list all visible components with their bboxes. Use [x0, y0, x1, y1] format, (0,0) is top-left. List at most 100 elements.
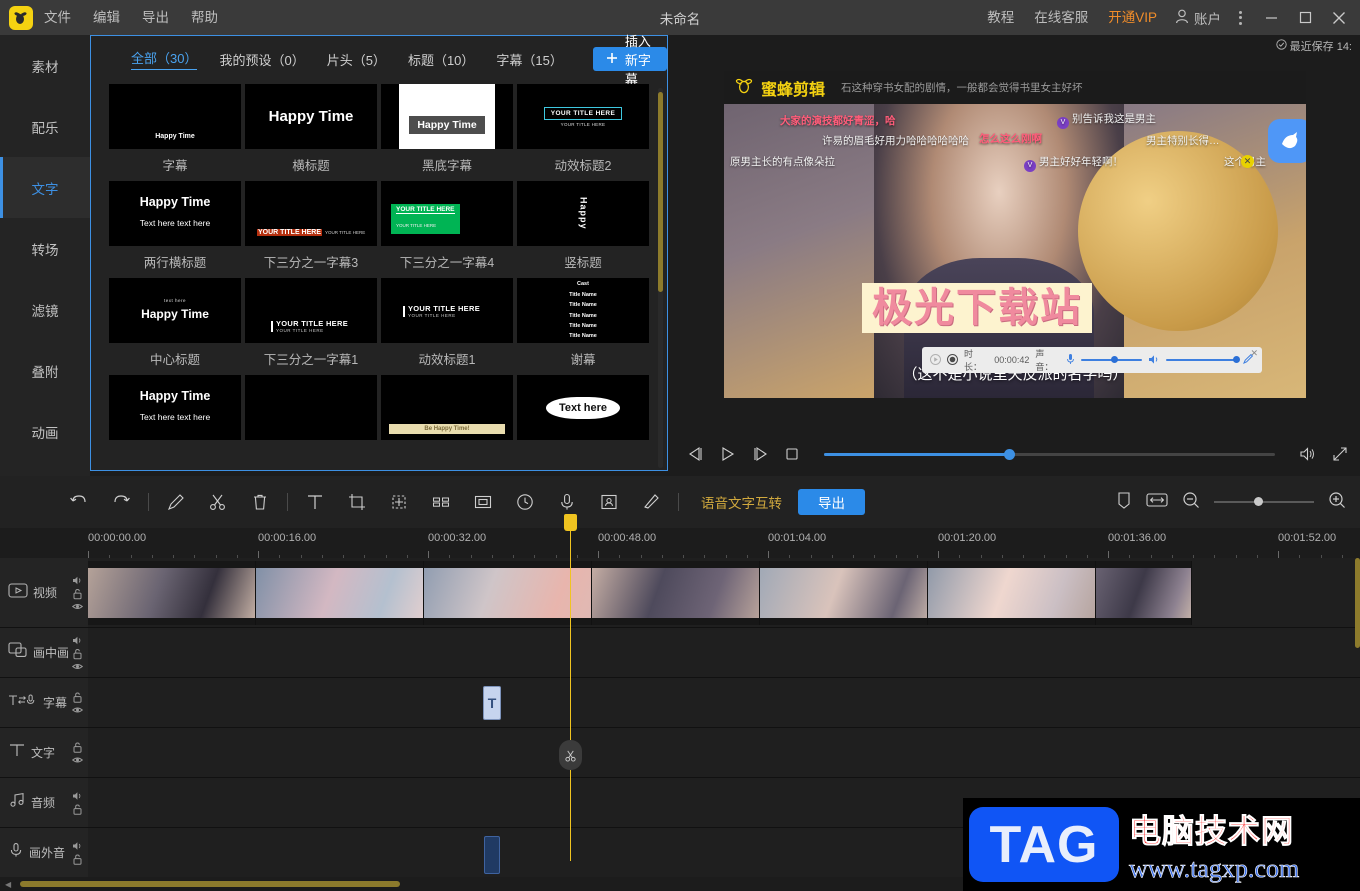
frame-icon[interactable]	[462, 476, 504, 528]
microphone-icon[interactable]	[1066, 353, 1075, 367]
menu-help[interactable]: 帮助	[180, 0, 229, 35]
preset-item[interactable]: Cast Title Name Title Name Title Name Ti…	[517, 278, 649, 365]
playhead-handle[interactable]	[564, 514, 577, 531]
sidebar-item-text[interactable]: 文字	[0, 157, 90, 218]
account-button[interactable]: 账户	[1167, 8, 1229, 28]
preset-item[interactable]: text here Happy Time 中心标题	[109, 278, 241, 365]
scroll-left-arrow[interactable]: ◀	[5, 880, 11, 889]
minimize-icon[interactable]	[1254, 0, 1288, 35]
preset-grid-wrapper[interactable]: Happy Time 字幕 Happy Time 横标题 Happy Time	[91, 82, 667, 470]
track-area-subtitle[interactable]: T	[88, 678, 1360, 727]
zoom-in-icon[interactable]	[1328, 491, 1346, 514]
trash-icon[interactable]	[239, 476, 281, 528]
record-icon[interactable]	[947, 354, 958, 367]
close-icon[interactable]	[1322, 0, 1356, 35]
video-clip[interactable]	[424, 561, 592, 625]
tab-opening[interactable]: 片头（5）	[327, 50, 386, 69]
track-video[interactable]: 视频	[0, 558, 1360, 628]
track-controls[interactable]	[72, 791, 83, 815]
vip-upgrade-link[interactable]: 开通VIP	[1098, 0, 1167, 35]
track-subtitle[interactable]: 字幕 T	[0, 678, 1360, 728]
library-scrollbar[interactable]	[658, 88, 663, 468]
video-clip[interactable]	[592, 561, 760, 625]
play-icon[interactable]	[720, 446, 736, 462]
tab-all[interactable]: 全部（30）	[131, 48, 197, 70]
color-adjust-icon[interactable]	[630, 476, 672, 528]
sidebar-item-filter[interactable]: 滤镜	[0, 279, 90, 340]
menu-file[interactable]: 文件	[33, 0, 82, 35]
preset-item[interactable]	[245, 375, 377, 462]
zoom-out-icon[interactable]	[1182, 491, 1200, 514]
preset-item[interactable]: YOUR TITLE HERE YOUR TITLE HERE 下三分之一字幕3	[245, 181, 377, 268]
preset-item[interactable]: Be Happy Time!	[381, 375, 513, 462]
track-controls[interactable]	[72, 841, 83, 865]
timeline-hscroll-thumb[interactable]	[20, 881, 400, 887]
tab-my-presets[interactable]: 我的预设（0）	[219, 50, 304, 69]
sidebar-item-overlay[interactable]: 叠附	[0, 340, 90, 401]
mic-level-slider[interactable]	[1081, 359, 1142, 361]
sidebar-item-transition[interactable]: 转场	[0, 218, 90, 279]
online-support-link[interactable]: 在线客服	[1024, 0, 1098, 35]
more-vertical-icon[interactable]	[1229, 11, 1254, 25]
sidebar-item-music[interactable]: 配乐	[0, 96, 90, 157]
track-controls[interactable]	[72, 692, 83, 714]
video-clip[interactable]	[760, 561, 928, 625]
preset-item[interactable]: Happy 竖标题	[517, 181, 649, 268]
insert-new-subtitle-button[interactable]: 插入新字幕	[593, 47, 667, 71]
preset-item[interactable]: YOUR TITLE HERE YOUR TITLE HERE 下三分之一字幕1	[245, 278, 377, 365]
track-area-video[interactable]	[88, 558, 1360, 627]
marker-icon[interactable]	[1116, 491, 1132, 514]
timeline-vscroll-thumb[interactable]	[1355, 558, 1360, 648]
export-button[interactable]: 导出	[798, 489, 865, 515]
text-icon[interactable]	[294, 476, 336, 528]
preset-item[interactable]: YOUR TITLE HERE YOUR TITLE HERE 下三分之一字幕4	[381, 181, 513, 268]
speed-clock-icon[interactable]	[504, 476, 546, 528]
play-icon[interactable]	[930, 354, 941, 367]
tab-title[interactable]: 标题（10）	[408, 50, 474, 69]
pencil-icon[interactable]	[155, 476, 197, 528]
fullscreen-icon[interactable]	[1332, 446, 1348, 462]
transform-icon[interactable]	[378, 476, 420, 528]
video-clip[interactable]	[256, 561, 424, 625]
fit-width-icon[interactable]	[1146, 492, 1168, 513]
close-icon[interactable]: ✕	[1250, 348, 1258, 359]
tutorial-link[interactable]: 教程	[977, 0, 1024, 35]
track-area-text[interactable]	[88, 728, 1360, 777]
menu-export[interactable]: 导出	[131, 0, 180, 35]
video-preview[interactable]: 蜜蜂剪辑 石这种穿书女配的剧情，一般都会觉得书里女主好坏 大家的演技都好青涩，哈…	[724, 71, 1306, 398]
audio-settings-popup[interactable]: 时长： 00:00:42 声音： ✕	[922, 347, 1262, 373]
volume-icon[interactable]	[1299, 446, 1316, 462]
speaker-icon[interactable]	[1148, 354, 1160, 367]
preset-item[interactable]: Happy Time 字幕	[109, 84, 241, 171]
next-frame-icon[interactable]	[752, 446, 768, 462]
track-area-pip[interactable]	[88, 628, 1360, 677]
pip-icon[interactable]	[588, 476, 630, 528]
preset-item[interactable]: Text here	[517, 375, 649, 462]
playback-progress-slider[interactable]	[824, 453, 1275, 456]
subtitle-clip[interactable]: T	[483, 686, 501, 720]
maximize-icon[interactable]	[1288, 0, 1322, 35]
preset-item[interactable]: Happy Time Text here text here 两行横标题	[109, 181, 241, 268]
scissors-icon[interactable]	[197, 476, 239, 528]
previous-frame-icon[interactable]	[688, 446, 704, 462]
video-clip[interactable]	[928, 561, 1096, 625]
stop-icon[interactable]	[784, 446, 800, 462]
voice-text-conversion-button[interactable]: 语音文字互转	[701, 492, 782, 512]
video-clip[interactable]	[1096, 561, 1192, 625]
split-scissors-icon[interactable]	[559, 740, 582, 770]
preset-item[interactable]: Happy Time Text here text here	[109, 375, 241, 462]
tab-subtitle[interactable]: 字幕（15）	[496, 50, 562, 69]
undo-icon[interactable]	[58, 476, 100, 528]
redo-icon[interactable]	[100, 476, 142, 528]
mosaic-icon[interactable]	[420, 476, 462, 528]
preset-item[interactable]: YOUR TITLE HERE YOUR TITLE HERE 动效标题2	[517, 84, 649, 171]
track-controls[interactable]	[72, 742, 83, 764]
preset-item[interactable]: Happy Time 黑底字幕	[381, 84, 513, 171]
voiceover-clip[interactable]	[484, 836, 500, 874]
video-clip-group[interactable]	[88, 561, 1192, 625]
speaker-level-slider[interactable]	[1166, 359, 1236, 361]
timeline-ruler[interactable]: 00:00:00.00 00:00:16.00 00:00:32.00 00:0…	[0, 528, 1360, 558]
menu-edit[interactable]: 编辑	[82, 0, 131, 35]
preset-item[interactable]: YOUR TITLE HERE YOUR TITLE HERE 动效标题1	[381, 278, 513, 365]
video-clip[interactable]	[88, 561, 256, 625]
